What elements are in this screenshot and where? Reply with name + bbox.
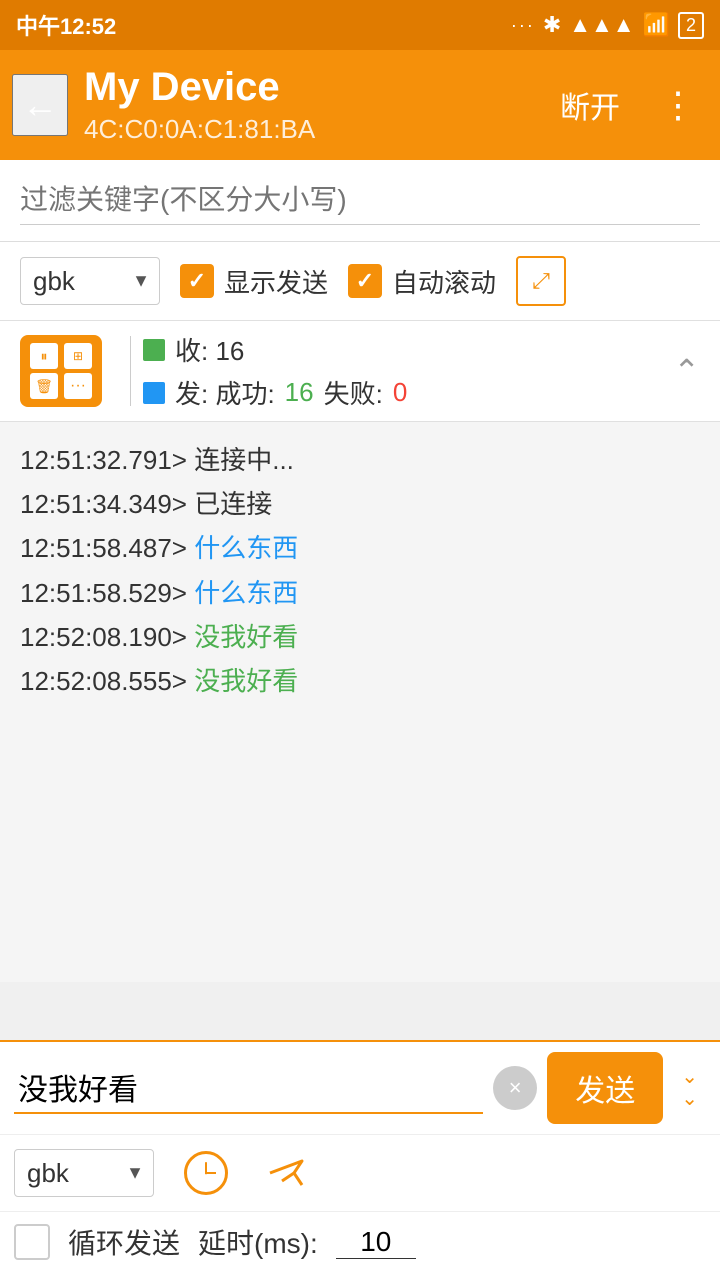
encoding-select[interactable]: gbk utf-8 ascii bbox=[20, 257, 160, 305]
log-line: 12:52:08.555> 没我好看 bbox=[20, 659, 700, 703]
loop-send-checkbox[interactable] bbox=[14, 1224, 50, 1260]
send-prefix: 发: 成功: bbox=[175, 374, 275, 411]
device-mac: 4C:C0:0A:C1:81:BA bbox=[84, 114, 532, 145]
expand-button[interactable]: ⤢ bbox=[516, 256, 566, 306]
log-area: 12:51:32.791> 连接中... 12:51:34.349> 已连接 1… bbox=[0, 422, 720, 982]
delay-input[interactable] bbox=[336, 1226, 416, 1259]
clear-icon: × bbox=[509, 1075, 522, 1101]
stats-collapse-button[interactable]: ⌃ bbox=[673, 352, 700, 390]
log-line: 12:51:58.487> 什么东西 bbox=[20, 526, 700, 570]
auto-scroll-group: 自动滚动 bbox=[348, 263, 496, 300]
log-message: 什么东西 bbox=[194, 578, 298, 608]
timestamp: 12:51:58.529> bbox=[20, 578, 187, 608]
grid-icon: ⊞ bbox=[64, 343, 92, 369]
recv-label: 收: 16 bbox=[175, 331, 244, 368]
stats-bottom-row: 🗑 ··· bbox=[30, 373, 92, 399]
log-message: 没我好看 bbox=[194, 666, 298, 696]
signal-dots-icon: ··· bbox=[511, 15, 535, 36]
back-button[interactable]: ← bbox=[12, 74, 68, 136]
log-message: 什么东西 bbox=[194, 533, 298, 563]
more-menu-button[interactable]: ⋮ bbox=[648, 76, 708, 134]
log-message: 没我好看 bbox=[194, 622, 298, 652]
encoding-select-wrapper[interactable]: gbk utf-8 ascii bbox=[20, 257, 160, 305]
disconnect-button[interactable]: 断开 bbox=[548, 75, 632, 135]
show-send-checkbox[interactable] bbox=[180, 264, 214, 298]
log-message: 连接中... bbox=[194, 445, 294, 475]
stats-row: ⏸ ⊞ 🗑 ··· 收: 16 发: 成功: 16 失败: 0 ⌃ bbox=[0, 321, 720, 422]
send-button[interactable]: 发送 bbox=[547, 1052, 663, 1124]
filter-input[interactable] bbox=[20, 176, 700, 225]
device-name: My Device bbox=[84, 65, 532, 110]
timestamp: 12:51:32.791> bbox=[20, 445, 187, 475]
stats-info: 收: 16 发: 成功: 16 失败: 0 bbox=[143, 331, 407, 411]
bluetooth-icon: ✱ bbox=[543, 12, 561, 38]
toolbar-title-group: My Device 4C:C0:0A:C1:81:BA bbox=[84, 65, 532, 145]
clock-icon bbox=[184, 1151, 228, 1195]
stats-divider bbox=[130, 336, 131, 406]
log-line: 12:51:34.349> 已连接 bbox=[20, 482, 700, 526]
message-input[interactable] bbox=[14, 1062, 483, 1114]
input-row: × 发送 ⌄ ⌄ bbox=[0, 1040, 720, 1134]
bottom-encoding-select[interactable]: gbk utf-8 ascii bbox=[14, 1149, 154, 1197]
loop-row: 循环发送 延时(ms): bbox=[0, 1211, 720, 1280]
log-line: 12:52:08.190> 没我好看 bbox=[20, 615, 700, 659]
input-options-row: gbk utf-8 ascii bbox=[0, 1134, 720, 1211]
send-success-count: 16 bbox=[285, 377, 314, 408]
send-stat: 发: 成功: 16 失败: 0 bbox=[143, 374, 407, 411]
log-message: 已连接 bbox=[194, 489, 272, 519]
auto-scroll-label: 自动滚动 bbox=[392, 263, 496, 300]
status-bar: 中午12:52 ··· ✱ ▲▲▲ 📶 2 bbox=[0, 0, 720, 50]
loop-send-label: 循环发送 bbox=[68, 1222, 180, 1262]
signal-bars-icon: ▲▲▲ bbox=[569, 12, 634, 38]
auto-scroll-checkbox[interactable] bbox=[348, 264, 382, 298]
bottom-encoding-select-wrapper[interactable]: gbk utf-8 ascii bbox=[14, 1149, 154, 1197]
send-fail-prefix: 失败: bbox=[324, 374, 383, 411]
show-send-label: 显示发送 bbox=[224, 263, 328, 300]
send-fail-count: 0 bbox=[393, 377, 407, 408]
recv-dot bbox=[143, 339, 165, 361]
send-template-button[interactable] bbox=[258, 1145, 314, 1201]
expand-icon: ⤢ bbox=[532, 268, 550, 294]
send-template-icon bbox=[264, 1151, 308, 1195]
controls-row: gbk utf-8 ascii 显示发送 自动滚动 ⤢ bbox=[0, 242, 720, 321]
battery-icon: 2 bbox=[678, 12, 704, 39]
status-icons: ··· ✱ ▲▲▲ 📶 2 bbox=[511, 12, 704, 39]
dots-icon: ··· bbox=[64, 373, 92, 399]
log-line: 12:51:58.529> 什么东西 bbox=[20, 571, 700, 615]
timestamp: 12:52:08.555> bbox=[20, 666, 187, 696]
trash-icon: 🗑 bbox=[30, 373, 58, 399]
wifi-icon: 📶 bbox=[643, 12, 670, 38]
recv-stat: 收: 16 bbox=[143, 331, 407, 368]
show-send-group: 显示发送 bbox=[180, 263, 328, 300]
filter-bar bbox=[0, 160, 720, 242]
timestamp: 12:51:34.349> bbox=[20, 489, 187, 519]
timestamp: 12:52:08.190> bbox=[20, 622, 187, 652]
timestamp: 12:51:58.487> bbox=[20, 533, 187, 563]
delay-label: 延时(ms): bbox=[198, 1222, 318, 1262]
clear-input-button[interactable]: × bbox=[493, 1066, 537, 1110]
toolbar: ← My Device 4C:C0:0A:C1:81:BA 断开 ⋮ bbox=[0, 50, 720, 160]
chevron-down-icon: ⌄ ⌄ bbox=[681, 1067, 698, 1109]
history-button[interactable] bbox=[178, 1145, 234, 1201]
log-line: 12:51:32.791> 连接中... bbox=[20, 438, 700, 482]
collapse-input-button[interactable]: ⌄ ⌄ bbox=[673, 1059, 706, 1117]
bottom-input-area: × 发送 ⌄ ⌄ gbk utf-8 ascii bbox=[0, 1040, 720, 1280]
stats-controls-button[interactable]: ⏸ ⊞ 🗑 ··· bbox=[20, 335, 102, 407]
send-dot bbox=[143, 382, 165, 404]
pause-icon: ⏸ bbox=[30, 343, 58, 369]
stats-top-row: ⏸ ⊞ bbox=[30, 343, 92, 369]
status-time: 中午12:52 bbox=[16, 9, 116, 41]
